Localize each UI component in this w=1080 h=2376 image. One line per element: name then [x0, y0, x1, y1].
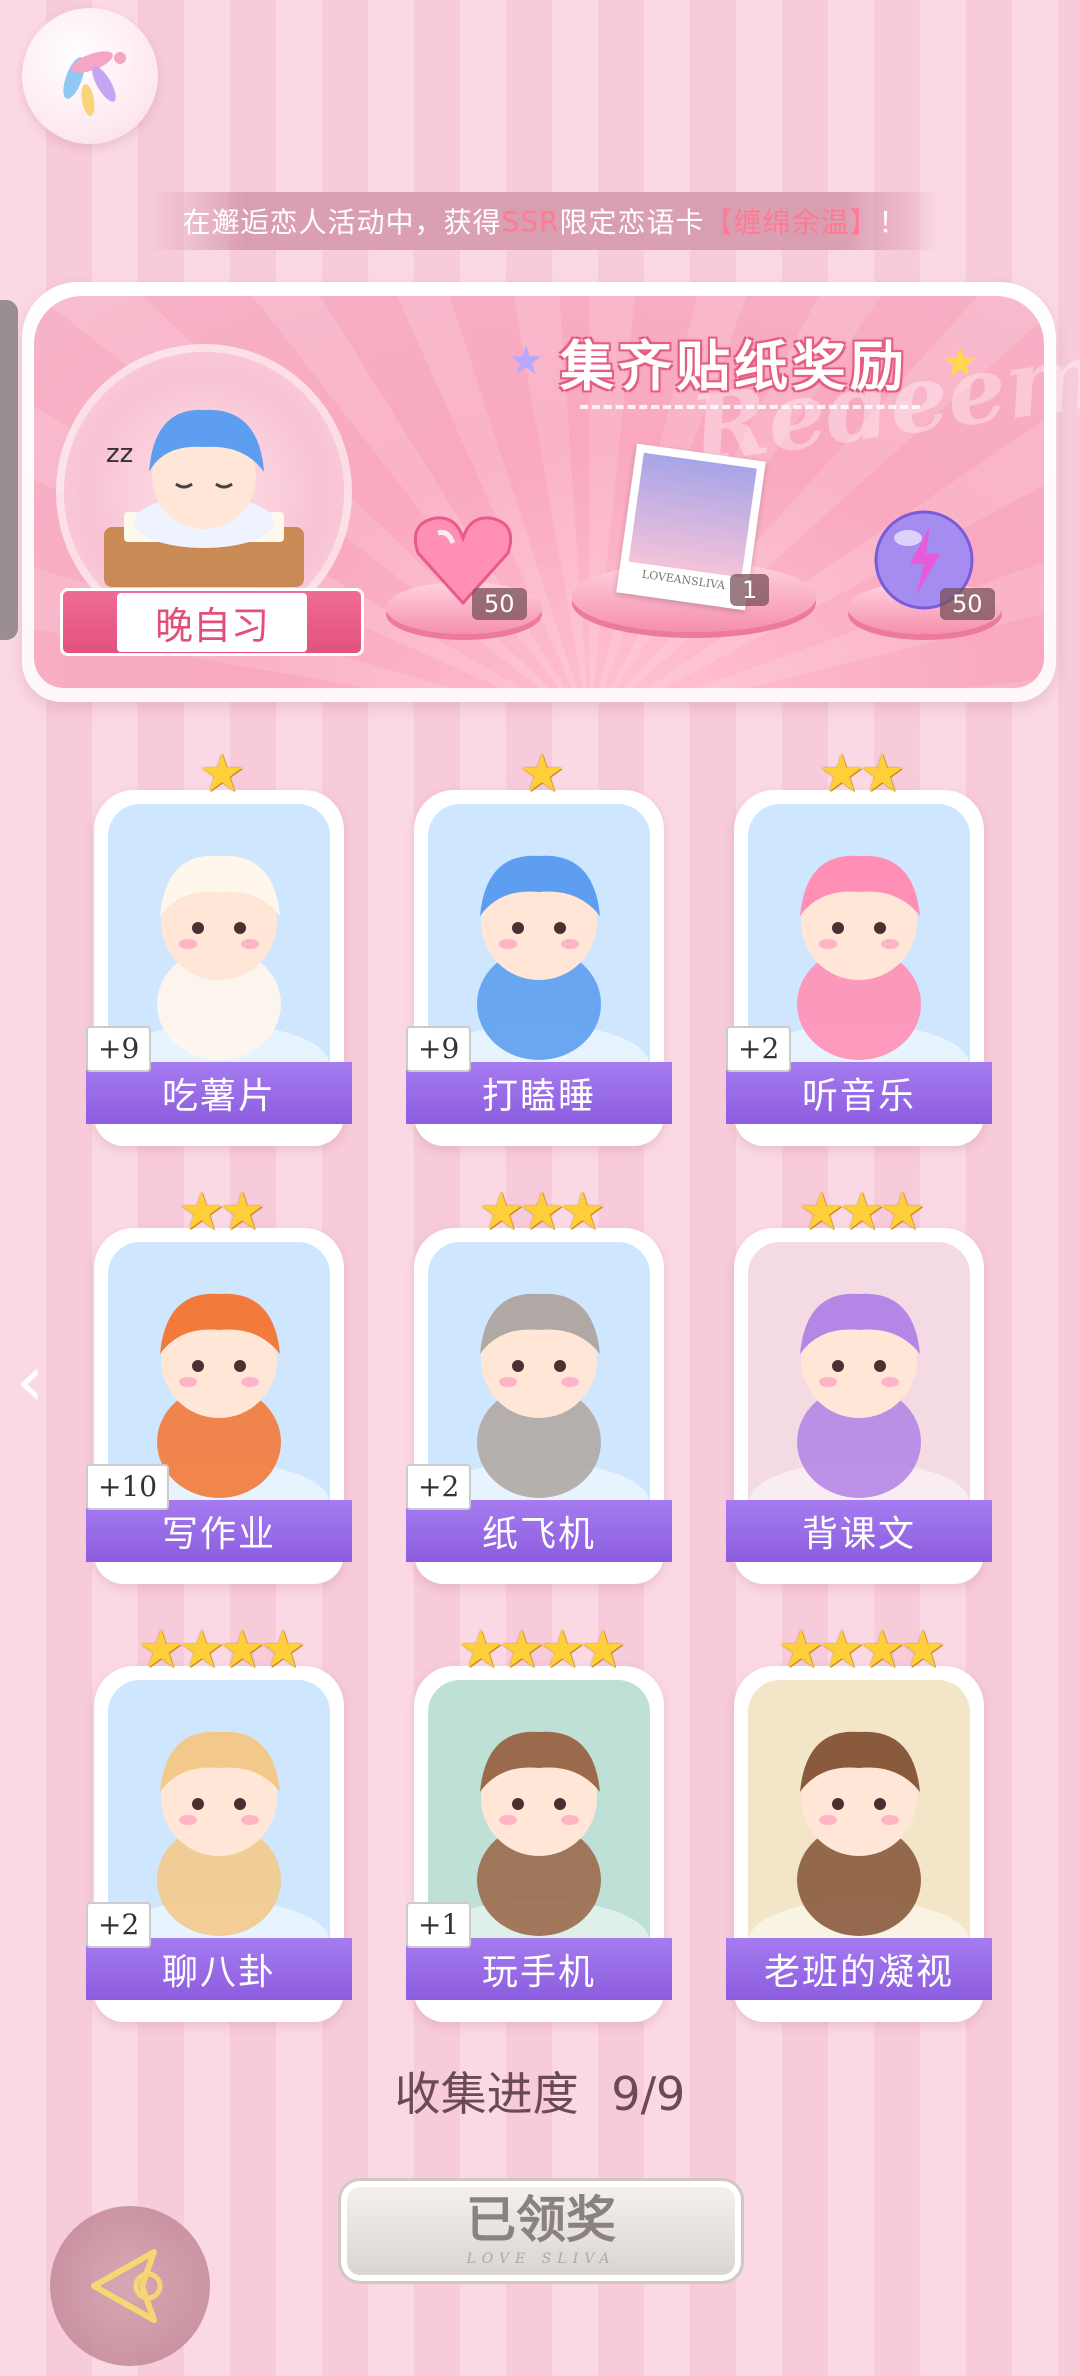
claimed-button[interactable]: 已领奖 LOVE SLIVA	[338, 2178, 744, 2284]
app-logo-button[interactable]	[22, 8, 158, 144]
card-label: 背课文	[726, 1500, 992, 1562]
progress-label: 收集进度	[394, 2067, 579, 2121]
banner-title: 集齐贴纸奖励	[560, 335, 908, 398]
card-illustration	[748, 1680, 970, 1950]
sticker-card[interactable]: ★★★★ 老班的凝视	[726, 1620, 992, 2022]
card-label: 老班的凝视	[726, 1938, 992, 2000]
star-icon: ★	[508, 338, 544, 384]
reward-count: 50	[940, 588, 995, 620]
collection-progress: 收集进度 9/9	[0, 2058, 1080, 2124]
svg-text:zz: zz	[106, 439, 133, 469]
star-rating: ★★★★	[457, 1620, 626, 1680]
star-rating: ★★★	[798, 1182, 926, 1242]
sticker-card[interactable]: ★★★★ 聊八卦 +2	[86, 1620, 352, 2022]
bonus-badge: +2	[86, 1902, 152, 1948]
claimed-button-label: 已领奖	[466, 2191, 616, 2249]
character-name-ribbon: 晚自习	[60, 588, 364, 656]
bonus-badge: +9	[86, 1026, 152, 1072]
star-rating: ★★★★	[137, 1620, 306, 1680]
bonus-badge: +2	[406, 1464, 472, 1510]
event-notice: 在邂逅恋人活动中，获得 SSR 限定恋语卡 【缠绵余温】！	[150, 192, 940, 250]
star-rating: ★	[518, 744, 566, 804]
star-rating: ★★	[178, 1182, 265, 1242]
sticker-card[interactable]: ★★★★ 玩手机 +1	[406, 1620, 672, 2022]
star-rating: ★★	[818, 744, 905, 804]
bonus-badge: +9	[406, 1026, 472, 1072]
back-arrow-icon	[91, 2249, 163, 2323]
claimed-button-sub: LOVE SLIVA	[466, 2251, 616, 2267]
star-rating: ★★★	[478, 1182, 606, 1242]
teacher-with-glasses-icon	[749, 1731, 969, 1950]
sticker-card[interactable]: ★★ 听音乐 +2	[726, 744, 992, 1146]
character-name: 晚自习	[116, 592, 307, 652]
reward-count: 1	[730, 574, 770, 606]
title-underline	[580, 405, 920, 413]
reward-count: 50	[472, 588, 527, 620]
bonus-badge: +2	[726, 1026, 792, 1072]
sticker-card[interactable]: ★★ 写作业 +10	[86, 1182, 352, 1584]
sticker-card[interactable]: ★ 吃薯片 +9	[86, 744, 352, 1146]
card-illustration	[748, 1242, 970, 1512]
sticker-card[interactable]: ★★★ 纸飞机 +2	[406, 1182, 672, 1584]
pinwheel-icon	[63, 51, 126, 116]
sticker-card[interactable]: ★ 打瞌睡 +9	[406, 744, 672, 1146]
girl-reading-in-classroom-icon	[749, 1293, 969, 1512]
sticker-card[interactable]: ★★★ 背课文	[726, 1182, 992, 1584]
star-rating: ★	[198, 744, 246, 804]
previous-page-arrow[interactable]: ‹	[16, 1340, 44, 1422]
star-rating: ★★★★	[777, 1620, 946, 1680]
back-button[interactable]	[50, 2206, 210, 2366]
side-drawer-handle[interactable]	[0, 300, 18, 640]
progress-value: 9/9	[611, 2067, 686, 2121]
star-icon: ★	[942, 340, 978, 386]
bonus-badge: +1	[406, 1902, 472, 1948]
bonus-badge: +10	[86, 1464, 170, 1510]
